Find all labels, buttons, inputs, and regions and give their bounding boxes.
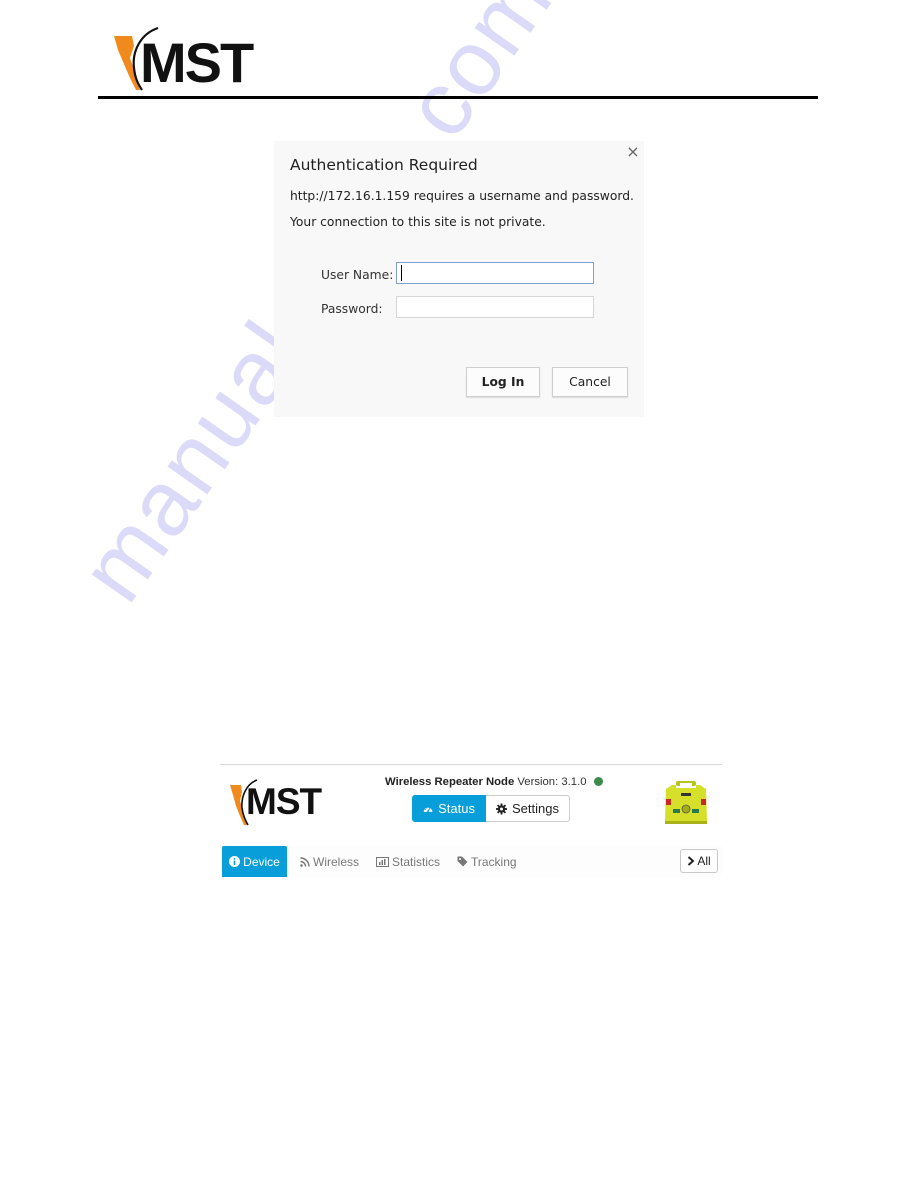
cancel-button[interactable]: Cancel [552,367,628,397]
username-label: User Name: [321,268,394,282]
webui-logo-text: MST [246,781,322,822]
auth-dialog: × Authentication Required http://172.16.… [274,141,644,417]
status-button[interactable]: Status [412,795,486,822]
password-input[interactable] [396,296,594,318]
product-image [660,779,712,827]
rss-icon [300,856,310,867]
dashboard-icon [423,806,433,812]
expand-all-label: All [697,854,711,868]
tab-wireless[interactable]: Wireless [300,846,359,877]
version-value: 3.1.0 [561,776,587,788]
web-interface-header: MST Wireless Repeater Node Version: 3.1.… [220,764,722,879]
dialog-message: http://172.16.1.159 requires a username … [290,189,634,203]
mst-logo: MST [110,24,260,94]
tab-tracking[interactable]: Tracking [457,846,517,877]
tag-icon [457,856,468,867]
close-icon[interactable]: × [626,144,640,160]
online-status-icon [593,777,603,786]
version-label: Version: [517,776,559,788]
username-input[interactable] [396,262,594,284]
mode-switch: Status Settings [412,795,570,822]
info-icon [229,856,241,867]
tab-statistics-label: Statistics [392,854,441,869]
repeater-device-icon [665,781,707,824]
tab-wireless-label: Wireless [313,854,360,869]
expand-all-button[interactable]: All [680,849,718,873]
status-button-label: Status [438,801,475,816]
device-info: Wireless Repeater Node Version: 3.1.0 [385,776,603,788]
header-rule [98,96,818,99]
mst-logo-text: MST [140,31,254,94]
gear-icon [496,802,508,815]
settings-button-label: Settings [512,801,559,816]
tab-tracking-label: Tracking [471,854,517,869]
password-label: Password: [321,302,383,316]
chevron-right-icon [688,856,695,866]
settings-button[interactable]: Settings [486,795,570,822]
tab-statistics[interactable]: Statistics [376,846,440,877]
dialog-warning: Your connection to this site is not priv… [290,215,546,229]
tab-device[interactable]: Device [222,846,287,877]
login-button[interactable]: Log In [466,367,540,397]
dialog-title: Authentication Required [290,156,478,174]
text-caret [401,265,402,281]
device-name: Wireless Repeater Node [385,776,515,788]
webui-logo: MST [228,777,322,827]
tab-bar: Device Wireless Statistics Tracking All [220,845,722,877]
bar-chart-icon [376,856,389,867]
tab-device-label: Device [243,854,280,869]
